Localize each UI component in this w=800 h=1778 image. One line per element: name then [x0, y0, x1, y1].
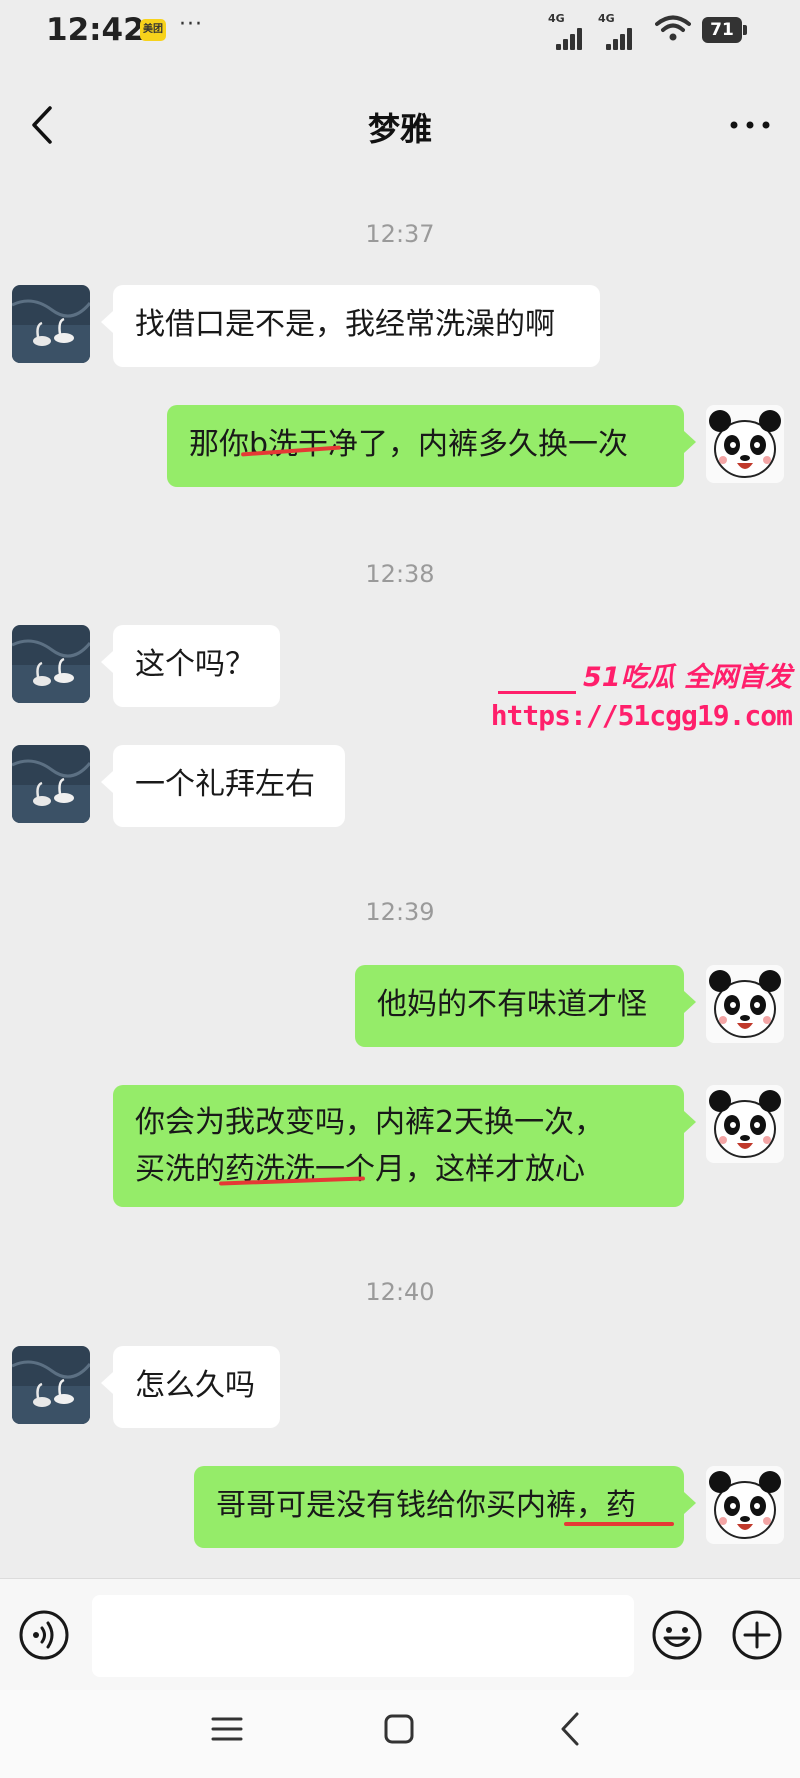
- message-timestamp: 12:39: [365, 898, 435, 926]
- emoji-icon[interactable]: [651, 1609, 703, 1661]
- outgoing-message-bubble[interactable]: 哥哥可是没有钱给你买内裤，药: [194, 1466, 696, 1548]
- more-notifications-icon: ···: [179, 12, 203, 37]
- watermark: 51吃瓜 全网首发 https://51cgg19.com: [491, 655, 800, 740]
- outgoing-message-bubble[interactable]: 你会为我改变吗，内裤2天换一次， 买洗的药洗洗一个月，这样才放心: [113, 1085, 696, 1207]
- message-timestamp: 12:38: [365, 560, 435, 588]
- message-text-line: 买洗的药洗洗一个月，这样才放心: [135, 1152, 585, 1187]
- contact-avatar[interactable]: [12, 745, 90, 823]
- outgoing-message-bubble[interactable]: 那你b洗干净了，内裤多久换一次: [167, 405, 696, 487]
- home-icon[interactable]: [382, 1712, 416, 1746]
- chat-header: 梦雅: [0, 90, 800, 160]
- system-nav-bar: [0, 1690, 800, 1778]
- red-underline-mark: [564, 1522, 674, 1526]
- watermark-brand: 51吃瓜 全网首发: [583, 662, 792, 693]
- message-text: 这个吗？: [135, 647, 255, 682]
- my-avatar[interactable]: [706, 405, 784, 483]
- battery-icon: 71: [702, 17, 747, 43]
- input-bar: [0, 1578, 800, 1691]
- my-avatar[interactable]: [706, 965, 784, 1043]
- message-text: 他妈的不有味道才怪: [377, 987, 647, 1022]
- watermark-line: [498, 691, 576, 694]
- status-bar: 12:42 美团 ··· 4G 4G 71: [0, 0, 800, 70]
- incoming-message-bubble[interactable]: 找借口是不是，我经常洗澡的啊: [101, 285, 600, 367]
- message-text-line: 你会为我改变吗，内裤2天换一次，: [135, 1105, 605, 1140]
- message-timestamp: 12:37: [365, 220, 435, 248]
- more-dots-icon[interactable]: [725, 110, 775, 140]
- message-text: 一个礼拜左右: [135, 767, 315, 802]
- outgoing-message-bubble[interactable]: 他妈的不有味道才怪: [355, 965, 696, 1047]
- status-time: 12:42: [46, 12, 145, 48]
- chat-title: 梦雅: [367, 110, 432, 148]
- contact-avatar[interactable]: [12, 1346, 90, 1424]
- back-icon[interactable]: [555, 1710, 585, 1748]
- meituan-notification-icon: 美团: [140, 19, 166, 41]
- message-input[interactable]: [92, 1595, 634, 1677]
- message-text: 找借口是不是，我经常洗澡的啊: [135, 307, 555, 342]
- message-timestamp: 12:40: [365, 1278, 435, 1306]
- watermark-url: https://51cgg19.com: [490, 699, 793, 732]
- wifi-icon: [655, 15, 691, 41]
- message-text: 那你b洗干净了，内裤多久换一次: [189, 427, 629, 462]
- incoming-message-bubble[interactable]: 一个礼拜左右: [101, 745, 345, 827]
- contact-avatar[interactable]: [12, 285, 90, 363]
- message-text: 怎么久吗: [135, 1368, 255, 1403]
- contact-avatar[interactable]: [12, 625, 90, 703]
- incoming-message-bubble[interactable]: 这个吗？: [101, 625, 280, 707]
- my-avatar[interactable]: [706, 1466, 784, 1544]
- plus-icon[interactable]: [731, 1609, 783, 1661]
- voice-icon[interactable]: [18, 1609, 70, 1661]
- recent-apps-icon[interactable]: [210, 1712, 244, 1746]
- my-avatar[interactable]: [706, 1085, 784, 1163]
- incoming-message-bubble[interactable]: 怎么久吗: [101, 1346, 280, 1428]
